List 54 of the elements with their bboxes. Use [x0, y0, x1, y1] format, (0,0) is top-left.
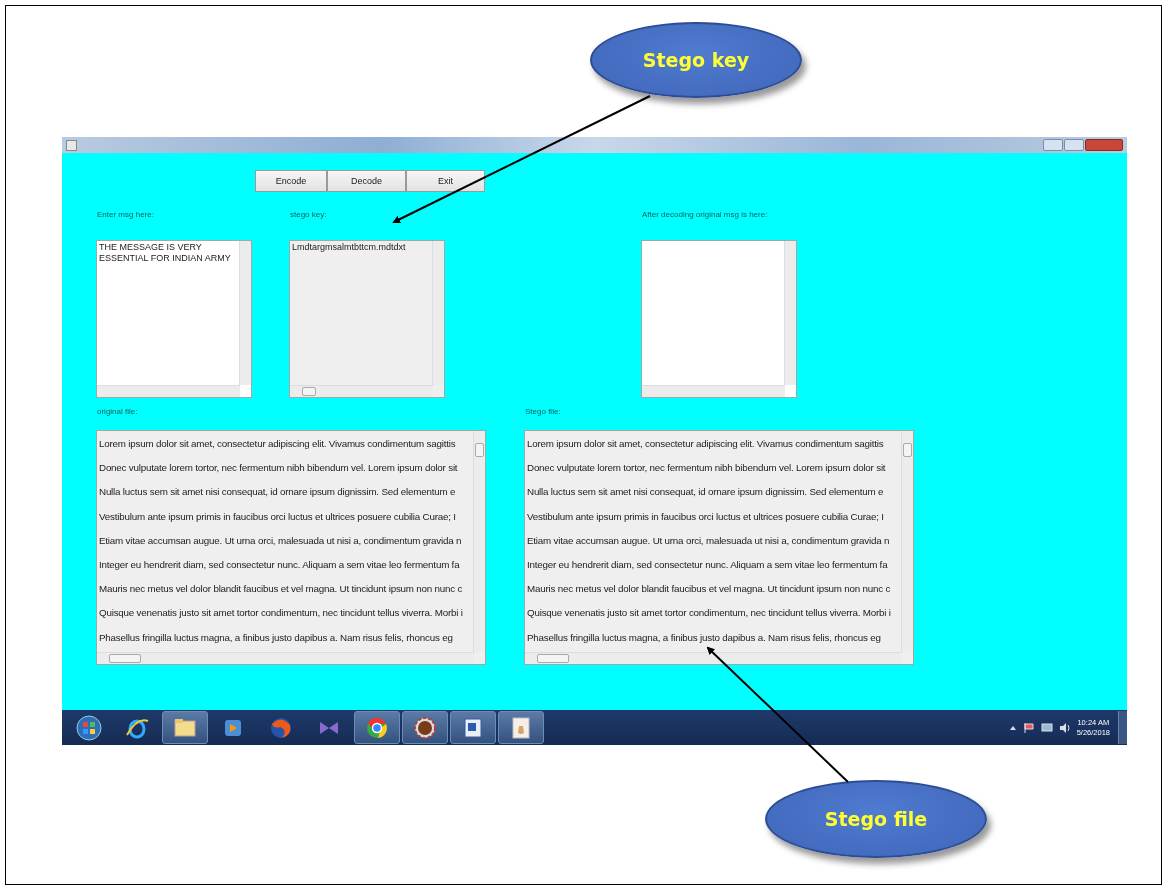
text-line: Phasellus fringilla luctus magna, a finibus justo dapibus a. Nam risus felis, rhoncus eg — [527, 630, 881, 645]
start-button[interactable] — [76, 714, 102, 741]
text-line: Donec vulputate lorem tortor, nec fermentum nibh bibendum vel. Lorem ipsum dolor sit — [527, 461, 886, 476]
text-area[interactable]: Lmdtargmsalmtbttcm.mdtdxt — [289, 240, 445, 398]
callout-bubble: Stego file — [765, 780, 987, 858]
text-line: Phasellus fringilla luctus magna, a finibus justo dapibus a. Nam risus felis, rhoncus eg — [99, 630, 453, 645]
toolbar-button[interactable]: Exit — [406, 170, 485, 192]
text-area[interactable]: THE MESSAGE IS VERY ESSENTIAL FOR INDIAN ARMY — [96, 240, 252, 398]
text-line: Integer eu hendrerit diam, sed consectetur nunc. Aliquam a sem vitae leo fermentum fa — [527, 558, 888, 572]
gear-icon[interactable] — [412, 714, 438, 741]
text-line: Nulla luctus sem sit amet nisi consequat, id ornare ipsum dignissim. Sed elementum e — [99, 485, 456, 500]
text-line: Etiam vitae accumsan augue. Ut urna orci, malesuada ut nisi a, condimentum gravida n — [527, 533, 890, 548]
toolbar-button[interactable]: Decode — [327, 170, 406, 192]
text-line: Quisque venenatis justo sit amet tortor condimentum, nec tincidunt tellus viverra. Morbi i — [527, 606, 891, 621]
text-line: ESSENTIAL FOR INDIAN ARMY — [99, 252, 231, 263]
field-label: Stego file: — [524, 407, 562, 418]
text-line: Quisque venenatis justo sit amet tortor condimentum, nec tincidunt tellus viverra. Morbi i — [99, 606, 463, 621]
show-desktop-button[interactable] — [1118, 711, 1127, 744]
flag-icon[interactable] — [1022, 721, 1035, 734]
field-label: stego key: — [289, 210, 328, 221]
text-line: Donec vulputate lorem tortor, nec fermentum nibh bibendum vel. Lorem ipsum dolor sit — [99, 461, 458, 476]
text-line: Lmdtargmsalmtbttcm.mdtdxt — [292, 242, 406, 253]
field-label: After decoding original msg is here: — [641, 210, 769, 221]
text-line: Etiam vitae accumsan augue. Ut urna orci, malesuada ut nisi a, condimentum gravida n — [99, 533, 462, 548]
network-icon[interactable] — [1040, 721, 1053, 734]
text-line: Lorem ipsum dolor sit amet, consectetur adipiscing elit. Vivamus condimentum sagittis — [527, 437, 884, 451]
maximize-button[interactable] — [1064, 139, 1084, 151]
text-line: THE MESSAGE IS VERY — [99, 242, 202, 253]
horizontal-scrollbar[interactable] — [97, 652, 474, 664]
text-line: Mauris nec metus vel dolor blandit faucibus et vel magna. Ut tincidunt ipsum non nunc c — [527, 582, 891, 597]
app-icon — [66, 139, 77, 151]
vertical-scrollbar[interactable] — [239, 241, 251, 385]
text-line: Vestibulum ante ipsum primis in faucibus orci luctus et ultrices posuere cubilia Curae; I — [99, 509, 456, 524]
vertical-scrollbar[interactable] — [901, 431, 913, 652]
text-line: Nulla luctus sem sit amet nisi consequat, id ornare ipsum dignissim. Sed elementum e — [527, 485, 884, 500]
text-line: Mauris nec metus vel dolor blandit faucibus et vel magna. Ut tincidunt ipsum non nunc c — [99, 582, 463, 597]
toolbar-button[interactable]: Encode — [255, 170, 327, 192]
horizontal-scrollbar[interactable] — [525, 652, 902, 664]
horizontal-scrollbar[interactable] — [290, 385, 433, 397]
speaker-icon[interactable] — [1058, 721, 1071, 734]
callout-bubble: Stego key — [590, 22, 802, 98]
text-area[interactable] — [524, 430, 914, 665]
vertical-scrollbar[interactable] — [784, 241, 796, 385]
text-line: Integer eu hendrerit diam, sed consectetur nunc. Aliquam a sem vitae leo fermentum fa — [99, 558, 460, 572]
text-line: Lorem ipsum dolor sit amet, consectetur adipiscing elit. Vivamus condimentum sagittis — [99, 437, 456, 451]
field-label: Enter msg here: — [96, 210, 155, 221]
text-area[interactable] — [96, 430, 486, 665]
horizontal-scrollbar[interactable] — [97, 385, 240, 397]
close-button[interactable] — [1085, 139, 1123, 151]
vertical-scrollbar[interactable] — [473, 431, 485, 652]
horizontal-scrollbar[interactable] — [642, 385, 785, 397]
text-line: Vestibulum ante ipsum primis in faucibus orci luctus et ultrices posuere cubilia Curae; I — [527, 509, 884, 524]
minimize-button[interactable] — [1043, 139, 1063, 151]
field-label: original file: — [96, 407, 139, 418]
